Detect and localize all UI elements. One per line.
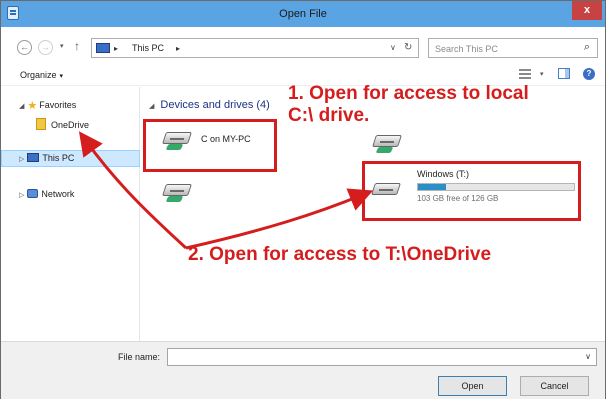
annotation-note-1-line-2: C:\ drive. xyxy=(288,105,370,126)
group-header-label: Devices and drives (4) xyxy=(160,99,270,111)
view-options-chevron-icon[interactable]: ▾ xyxy=(540,70,544,78)
breadcrumb-this-pc[interactable]: This PC xyxy=(132,43,164,53)
hard-drive-icon[interactable] xyxy=(162,180,192,204)
filename-field[interactable]: ∨ xyxy=(167,348,597,366)
search-placeholder: Search This PC xyxy=(435,44,498,54)
refresh-icon[interactable]: ↻ xyxy=(404,42,412,53)
annotation-box-c-drive xyxy=(143,119,277,172)
annotation-note-1: 1. Open for access to local C:\ drive. xyxy=(288,83,529,127)
organize-button[interactable]: Organize ▾ xyxy=(20,70,63,80)
breadcrumb-separator-icon[interactable]: ▸ xyxy=(114,44,118,53)
network-icon xyxy=(27,189,39,198)
folder-icon xyxy=(36,118,46,130)
search-icon[interactable]: ⌕ xyxy=(584,41,590,54)
collapse-icon[interactable]: ◢ xyxy=(19,103,24,110)
nav-item-this-pc[interactable]: ▷ This PC xyxy=(19,153,74,163)
search-input[interactable]: Search This PC ⌕ xyxy=(428,38,598,58)
nav-item-label: Network xyxy=(41,189,75,199)
breadcrumb-separator-icon[interactable]: ▸ xyxy=(176,44,180,53)
address-dropdown-icon[interactable]: ∨ xyxy=(390,43,396,52)
help-icon[interactable]: ? xyxy=(583,68,595,80)
open-button[interactable]: Open xyxy=(438,376,507,396)
title-bar: Open File x xyxy=(1,1,605,27)
annotation-note-2: 2. Open for access to T:\OneDrive xyxy=(188,244,492,265)
collapse-icon[interactable]: ◢ xyxy=(149,103,154,110)
this-pc-icon xyxy=(96,43,110,53)
back-button[interactable]: ← xyxy=(17,40,32,55)
annotation-box-t-drive xyxy=(362,161,581,221)
close-button[interactable]: x xyxy=(572,1,602,20)
organize-label: Organize xyxy=(20,70,57,80)
cancel-button[interactable]: Cancel xyxy=(520,376,589,396)
expand-icon[interactable]: ▷ xyxy=(19,192,24,199)
address-row: ← → ▾ ↑ ▸ This PC ▸ ∨ ↻ Search This PC ⌕ xyxy=(1,28,605,64)
address-bar[interactable]: ▸ This PC ▸ ∨ ↻ xyxy=(91,38,419,58)
hard-drive-icon[interactable] xyxy=(372,131,402,155)
nav-item-label: OneDrive xyxy=(51,120,90,130)
recent-locations-icon[interactable]: ▾ xyxy=(60,42,64,50)
navigation-pane: ◢ ★ Favorites OneDrive ▷ This PC ▷ Network xyxy=(1,87,140,341)
preview-pane-icon[interactable] xyxy=(558,68,570,79)
window-title: Open File xyxy=(279,8,327,20)
filename-dropdown-icon[interactable]: ∨ xyxy=(585,352,591,361)
computer-icon xyxy=(27,153,40,162)
nav-item-onedrive[interactable]: OneDrive xyxy=(36,118,89,130)
expand-icon[interactable]: ▷ xyxy=(19,156,24,163)
change-view-icon[interactable] xyxy=(519,69,531,79)
star-icon: ★ xyxy=(27,100,38,112)
chevron-down-icon: ▾ xyxy=(59,73,64,80)
nav-item-favorites[interactable]: ◢ ★ Favorites xyxy=(19,99,76,112)
nav-item-label: This PC xyxy=(42,153,75,163)
dialog-footer: File name: ∨ Open Cancel xyxy=(1,341,605,399)
annotation-note-1-line-1: 1. Open for access to local xyxy=(288,83,529,104)
forward-button[interactable]: → xyxy=(38,40,53,55)
nav-item-network[interactable]: ▷ Network xyxy=(19,189,74,199)
filename-label: File name: xyxy=(118,352,161,362)
group-header-devices[interactable]: ◢ Devices and drives (4) xyxy=(149,99,270,111)
up-button[interactable]: ↑ xyxy=(74,39,80,53)
nav-item-label: Favorites xyxy=(39,100,77,110)
